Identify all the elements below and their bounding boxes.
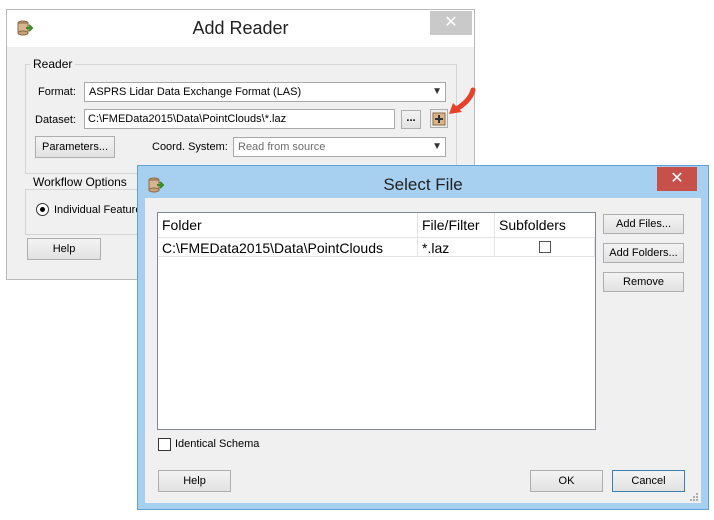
- table-row-folder-cell[interactable]: C:\FMEData2015\Data\PointClouds: [158, 237, 418, 257]
- remove-button[interactable]: Remove: [603, 272, 684, 292]
- add-reader-titlebar: Add Reader ✕: [7, 10, 474, 47]
- coord-system-select[interactable]: Read from source ▼: [233, 137, 446, 157]
- identical-schema-checkbox[interactable]: [158, 438, 171, 451]
- coord-system-value: Read from source: [238, 141, 326, 153]
- identical-schema-label: Identical Schema: [175, 438, 260, 450]
- format-value: ASPRS Lidar Data Exchange Format (LAS): [89, 86, 302, 98]
- column-header-folder[interactable]: Folder: [158, 213, 418, 237]
- select-file-title: Select File: [383, 175, 463, 194]
- add-files-button[interactable]: Add Files...: [603, 214, 684, 234]
- close-icon: ✕: [444, 14, 458, 31]
- column-header-subfolders[interactable]: Subfolders: [495, 213, 595, 237]
- table-row-subfolders-cell: [495, 237, 595, 257]
- dataset-input[interactable]: C:\FMEData2015\Data\PointClouds\*.laz: [84, 109, 395, 129]
- add-reader-close-button[interactable]: ✕: [430, 11, 472, 35]
- resize-grip-icon[interactable]: [689, 491, 699, 501]
- subfolders-checkbox[interactable]: [539, 241, 551, 253]
- table-row-filter-cell[interactable]: *.laz: [418, 237, 495, 257]
- add-reader-help-button[interactable]: Help: [27, 238, 101, 260]
- column-header-file-filter[interactable]: File/Filter: [418, 213, 495, 237]
- chevron-down-icon: ▼: [432, 86, 442, 97]
- cancel-button[interactable]: Cancel: [612, 470, 685, 492]
- select-file-dialog: Select File ✕ Folder File/Filter Subfold…: [137, 165, 709, 510]
- format-select[interactable]: ASPRS Lidar Data Exchange Format (LAS) ▼: [84, 82, 446, 102]
- red-arrow-icon: [443, 86, 479, 122]
- ok-button[interactable]: OK: [530, 470, 603, 492]
- dataset-label: Dataset:: [35, 114, 76, 126]
- add-reader-title: Add Reader: [192, 18, 289, 38]
- coord-system-label: Coord. System:: [152, 141, 228, 153]
- folder-table[interactable]: Folder File/Filter Subfolders C:\FMEData…: [157, 212, 596, 430]
- select-file-help-button[interactable]: Help: [158, 470, 231, 492]
- chevron-down-icon: ▼: [432, 141, 442, 152]
- select-file-close-button[interactable]: ✕: [657, 167, 697, 191]
- reader-group-title: Reader: [30, 57, 76, 71]
- workflow-group-title: Workflow Options: [30, 175, 130, 189]
- close-icon: ✕: [670, 170, 684, 187]
- dataset-browse-button[interactable]: ...: [401, 110, 421, 129]
- add-folders-button[interactable]: Add Folders...: [603, 243, 684, 263]
- parameters-button[interactable]: Parameters...: [35, 136, 115, 158]
- individual-feature-radio[interactable]: [36, 203, 49, 216]
- select-file-client: Folder File/Filter Subfolders C:\FMEData…: [145, 198, 701, 503]
- format-label: Format:: [38, 86, 76, 98]
- individual-feature-label: Individual Feature: [54, 204, 142, 216]
